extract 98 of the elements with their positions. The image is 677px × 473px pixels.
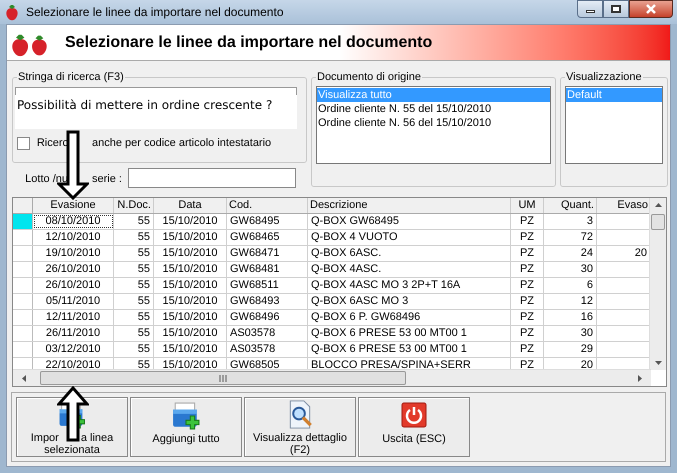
list-item[interactable]: Ordine cliente N. 56 del 15/10/2010 bbox=[317, 116, 550, 130]
table-cell: 30 bbox=[544, 326, 597, 341]
table-cell: 29 bbox=[544, 342, 597, 357]
close-icon bbox=[646, 4, 656, 14]
table-cell: Q-BOX 4 VUOTO bbox=[308, 230, 511, 245]
checkbox-label: Ricerc bbox=[36, 137, 68, 150]
column-header[interactable]: UM bbox=[511, 198, 544, 213]
table-cell: Q-BOX 6ASC. bbox=[308, 246, 511, 261]
table-cell: PZ bbox=[511, 342, 544, 357]
table-cell: 55 bbox=[114, 214, 154, 229]
maximize-button[interactable] bbox=[603, 0, 629, 18]
table-cell: 55 bbox=[114, 342, 154, 357]
row-indicator[interactable] bbox=[13, 214, 33, 229]
table-cell: PZ bbox=[511, 214, 544, 229]
table-cell: Q-BOX 6 PRESE 53 00 MT00 1 bbox=[308, 342, 511, 357]
table-cell: 15/10/2010 bbox=[154, 294, 227, 309]
table-cell: 26/10/2010 bbox=[33, 278, 114, 293]
scroll-thumb[interactable] bbox=[651, 214, 665, 230]
table-cell: GW68495 bbox=[227, 214, 308, 229]
table-cell: Q-BOX 6ASC MO 3 bbox=[308, 294, 511, 309]
checkbox[interactable] bbox=[17, 137, 30, 150]
table-cell: 55 bbox=[114, 262, 154, 277]
column-header[interactable]: Cod. bbox=[227, 198, 308, 213]
table-cell: 19/10/2010 bbox=[33, 246, 114, 261]
table-cell: 15/10/2010 bbox=[154, 326, 227, 341]
table-cell: 55 bbox=[114, 310, 154, 325]
table-cell: GW68465 bbox=[227, 230, 308, 245]
window-title: Selezionare le linee da importare nel documento bbox=[26, 4, 284, 21]
table-cell: PZ bbox=[511, 310, 544, 325]
column-header[interactable]: N.Doc. bbox=[114, 198, 154, 213]
action-button[interactable]: Uscita (ESC) bbox=[358, 397, 470, 457]
table-cell: 15/10/2010 bbox=[154, 310, 227, 325]
group-title: Documento di origine bbox=[316, 70, 422, 85]
table-cell: AS03578 bbox=[227, 342, 308, 357]
lot-field[interactable] bbox=[128, 168, 296, 188]
action-button[interactable]: Aggiungi tutto bbox=[130, 397, 242, 457]
list-item[interactable]: Ordine cliente N. 55 del 15/10/2010 bbox=[317, 102, 550, 116]
table-cell: 55 bbox=[114, 230, 154, 245]
box-plus-icon bbox=[172, 402, 200, 430]
table-cell: 72 bbox=[544, 230, 597, 245]
table-cell: 55 bbox=[114, 294, 154, 309]
table-cell: 55 bbox=[114, 246, 154, 261]
table-cell: 55 bbox=[114, 326, 154, 341]
table-cell: AS03578 bbox=[227, 326, 308, 341]
column-header[interactable]: Descrizione bbox=[308, 198, 511, 213]
group-title: Visualizzazione bbox=[565, 70, 643, 85]
table-cell: PZ bbox=[511, 326, 544, 341]
table-cell: 6 bbox=[544, 278, 597, 293]
table-cell: 15/10/2010 bbox=[154, 214, 227, 229]
table-cell: GW68493 bbox=[227, 294, 308, 309]
table-cell: Q-BOX 6 P. GW68496 bbox=[308, 310, 511, 325]
table-cell: PZ bbox=[511, 262, 544, 277]
horizontal-scrollbar[interactable] bbox=[13, 369, 651, 386]
table-cell: 05/11/2010 bbox=[33, 294, 114, 309]
table-cell: Q-BOX 4ASC MO 3 2P+T 16A bbox=[308, 278, 511, 293]
table-cell: PZ bbox=[511, 278, 544, 293]
table-cell: Q-BOX 6 PRESE 53 00 MT00 1 bbox=[308, 326, 511, 341]
annotation-text: Possibilità di mettere in ordine crescente ? bbox=[17, 97, 272, 113]
table-cell: GW68511 bbox=[227, 278, 308, 293]
table-cell: Q-BOX 4ASC. bbox=[308, 262, 511, 277]
table-cell: 15/10/2010 bbox=[154, 262, 227, 277]
table-cell: 16 bbox=[544, 310, 597, 325]
table-cell: 15/10/2010 bbox=[154, 246, 227, 261]
table-cell: Q-BOX GW68495 bbox=[308, 214, 511, 229]
action-button[interactable]: Visualizza dettaglio (F2) bbox=[244, 397, 356, 457]
column-header[interactable]: Data bbox=[154, 198, 227, 213]
search-field[interactable]: Possibilità di mettere in ordine crescente ? bbox=[15, 87, 297, 129]
close-button[interactable] bbox=[629, 0, 673, 18]
column-header[interactable]: Quant. bbox=[544, 198, 597, 213]
table-cell: 26/10/2010 bbox=[33, 262, 114, 277]
table-cell: 08/10/2010 bbox=[33, 214, 114, 229]
table-cell: 30 bbox=[544, 262, 597, 277]
minimize-button[interactable] bbox=[577, 0, 603, 18]
grip-icon bbox=[219, 374, 227, 382]
table-cell: PZ bbox=[511, 294, 544, 309]
table-cell: 15/10/2010 bbox=[154, 342, 227, 357]
table-cell: 3 bbox=[544, 214, 597, 229]
table-cell: 15/10/2010 bbox=[154, 278, 227, 293]
table-cell: 26/11/2010 bbox=[33, 326, 114, 341]
strawberry-icon bbox=[4, 3, 20, 21]
lot-label: serie : bbox=[92, 173, 122, 186]
table-cell: GW68481 bbox=[227, 262, 308, 277]
group-title: Stringa di ricerca (F3) bbox=[17, 70, 125, 85]
header-title: Selezionare le linee da importare nel documento bbox=[65, 32, 432, 52]
checkbox-label: anche per codice articolo intestatario bbox=[92, 137, 272, 150]
table-cell: PZ bbox=[511, 230, 544, 245]
vertical-scrollbar[interactable] bbox=[649, 198, 666, 370]
table-cell: GW68496 bbox=[227, 310, 308, 325]
table-cell: 24 bbox=[544, 246, 597, 261]
table-cell: GW68471 bbox=[227, 246, 308, 261]
table-cell: 12/11/2010 bbox=[33, 310, 114, 325]
table-cell: 03/12/2010 bbox=[33, 342, 114, 357]
table-cell: 12 bbox=[544, 294, 597, 309]
scroll-thumb[interactable] bbox=[40, 371, 406, 385]
table-cell: PZ bbox=[511, 246, 544, 261]
table-cell: 12/10/2010 bbox=[33, 230, 114, 245]
table-cell: 15/10/2010 bbox=[154, 230, 227, 245]
table-cell: 55 bbox=[114, 278, 154, 293]
